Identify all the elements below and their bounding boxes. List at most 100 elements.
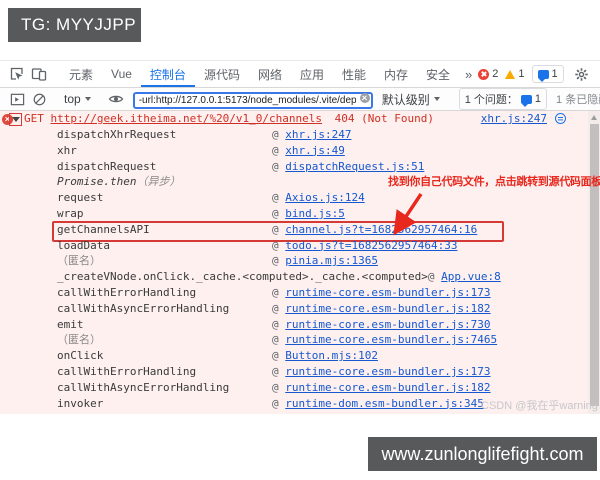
stack-function-name: invoker	[57, 396, 272, 412]
stack-frame: wrap@ bind.js:5	[0, 206, 600, 222]
bottom-right-tag-text: www.zunlonglifefight.com	[381, 444, 583, 465]
stack-frame: _createVNode.onClick._cache.<computed>._…	[0, 269, 600, 285]
warning-icon	[505, 70, 515, 79]
watermark-text: CSDN @我在乎warning	[481, 397, 598, 413]
stack-function-name: dispatchXhrRequest	[57, 127, 272, 143]
message-count: 1	[552, 68, 558, 80]
tab-console[interactable]: 控制台	[141, 61, 195, 87]
stack-function-name: callWithAsyncErrorHandling	[57, 380, 272, 396]
stack-function-name: onClick	[57, 348, 272, 364]
tab-performance[interactable]: 性能	[333, 61, 375, 87]
at-symbol: @	[272, 223, 285, 236]
inspect-element-icon[interactable]	[6, 63, 28, 85]
frame-context-value: top	[64, 92, 81, 106]
messages-badge[interactable]: 1	[532, 65, 564, 83]
devtools-panel: 元素 Vue 控制台 源代码 网络 应用 性能 内存 安全 » 2 1	[0, 60, 600, 414]
devtools-main-toolbar: 元素 Vue 控制台 源代码 网络 应用 性能 内存 安全 » 2 1	[0, 61, 600, 88]
chevron-down-icon	[85, 97, 91, 101]
stack-frame: xhr@ xhr.js:49	[0, 143, 600, 159]
stack-frame: getChannelsAPI@ channel.js?t=16825629574…	[0, 222, 600, 238]
network-error-message: GET http://geek.itheima.net/%20/v1_0/cha…	[0, 111, 600, 127]
stack-function-name: callWithErrorHandling	[57, 364, 272, 380]
at-symbol: @	[272, 144, 285, 157]
source-location-link[interactable]: runtime-core.esm-bundler.js:173	[285, 365, 490, 378]
log-level-selector[interactable]: 默认级别	[379, 91, 443, 108]
tab-application[interactable]: 应用	[291, 61, 333, 87]
stack-function-name: （匿名）	[57, 253, 272, 269]
request-url-link[interactable]: http://geek.itheima.net/%20/v1_0/channel…	[51, 112, 323, 125]
console-scrollbar[interactable]	[588, 111, 600, 414]
tab-sources[interactable]: 源代码	[195, 61, 249, 87]
settings-gear-icon[interactable]	[571, 63, 593, 85]
hidden-messages-note: 1 条已隐藏	[556, 91, 600, 107]
async-label: （异步）	[136, 175, 180, 188]
error-text: GET http://geek.itheima.net/%20/v1_0/cha…	[0, 112, 434, 125]
source-location-link[interactable]: runtime-dom.esm-bundler.js:345	[285, 397, 484, 410]
tab-security[interactable]: 安全	[417, 61, 459, 87]
source-location-link[interactable]: Button.mjs:102	[285, 349, 378, 362]
source-location-link[interactable]: runtime-core.esm-bundler.js:7465	[285, 333, 497, 346]
error-source-link[interactable]: xhr.js:247	[481, 112, 547, 125]
tab-elements[interactable]: 元素	[60, 61, 102, 87]
stack-function-name: xhr	[57, 143, 272, 159]
log-level-value: 默认级别	[382, 91, 430, 108]
source-location-link[interactable]: runtime-core.esm-bundler.js:730	[285, 318, 490, 331]
tab-vue[interactable]: Vue	[102, 61, 141, 87]
clear-filter-icon[interactable]	[360, 93, 370, 103]
source-location-link[interactable]: pinia.mjs:1365	[285, 254, 378, 267]
stack-frame: emit@ runtime-core.esm-bundler.js:730	[0, 317, 600, 333]
at-symbol: @	[272, 365, 285, 378]
frame-context-selector[interactable]: top	[60, 92, 95, 106]
http-status: 404 (Not Found)	[335, 112, 434, 125]
console-sidebar-icon[interactable]	[6, 88, 28, 110]
warning-count-badge[interactable]: 1	[505, 68, 524, 80]
stack-frame: callWithErrorHandling@ runtime-core.esm-…	[0, 285, 600, 301]
stack-list: dispatchXhrRequest@ xhr.js:247xhr@ xhr.j…	[0, 127, 600, 411]
clear-console-icon[interactable]	[28, 88, 50, 110]
console-toolbar: top 默认级别 1 个问题： 1	[0, 88, 600, 111]
bottom-right-tag: www.zunlonglifefight.com	[368, 437, 597, 471]
console-filter-input[interactable]	[133, 92, 373, 109]
source-location-link[interactable]: runtime-core.esm-bundler.js:182	[285, 302, 490, 315]
at-symbol: @	[272, 254, 285, 267]
at-symbol: @	[272, 318, 285, 331]
issues-count: 1	[535, 93, 541, 105]
source-location-link[interactable]: todo.js?t=1682562957464:33	[285, 239, 457, 252]
stack-function-name: （匿名）	[57, 332, 272, 348]
console-filter-box	[133, 90, 373, 109]
error-icon	[478, 69, 489, 80]
tab-memory[interactable]: 内存	[375, 61, 417, 87]
issues-button[interactable]: 1 个问题： 1	[459, 88, 547, 110]
at-symbol: @	[272, 302, 285, 315]
error-count-badge[interactable]: 2	[478, 68, 498, 80]
source-location-link[interactable]: runtime-core.esm-bundler.js:182	[285, 381, 490, 394]
at-symbol: @	[428, 270, 441, 283]
tab-network[interactable]: 网络	[249, 61, 291, 87]
expand-stack-toggle[interactable]	[9, 113, 22, 126]
stack-frame: request@ Axios.js:124	[0, 190, 600, 206]
source-location-link[interactable]: bind.js:5	[285, 207, 345, 220]
chevron-down-icon	[434, 97, 440, 101]
stack-frame: callWithAsyncErrorHandling@ runtime-core…	[0, 301, 600, 317]
devtools-tabs: 元素 Vue 控制台 源代码 网络 应用 性能 内存 安全 »	[60, 61, 478, 87]
stack-function-name: loadData	[57, 238, 272, 254]
issue-link-icon[interactable]	[555, 113, 566, 124]
source-location-link[interactable]: xhr.js:247	[285, 128, 351, 141]
source-location-link[interactable]: Axios.js:124	[285, 191, 364, 204]
device-toolbar-icon[interactable]	[28, 63, 50, 85]
stack-function-name: callWithErrorHandling	[57, 285, 272, 301]
live-expression-eye-icon[interactable]	[105, 88, 127, 110]
source-location-link[interactable]: xhr.js:49	[285, 144, 345, 157]
http-method: GET	[24, 112, 44, 125]
at-symbol: @	[272, 349, 285, 362]
scrollbar-thumb[interactable]	[590, 124, 599, 406]
more-tabs-button[interactable]: »	[459, 61, 478, 87]
scrollbar-up-arrow-icon[interactable]	[591, 115, 597, 120]
source-location-link[interactable]: dispatchRequest.js:51	[285, 160, 424, 173]
error-count: 2	[492, 68, 498, 80]
source-location-link[interactable]: runtime-core.esm-bundler.js:173	[285, 286, 490, 299]
stack-function-name: callWithAsyncErrorHandling	[57, 301, 272, 317]
stack-function-name: getChannelsAPI	[57, 222, 272, 238]
source-location-link[interactable]: App.vue:8	[441, 270, 501, 283]
stack-frame: callWithErrorHandling@ runtime-core.esm-…	[0, 364, 600, 380]
